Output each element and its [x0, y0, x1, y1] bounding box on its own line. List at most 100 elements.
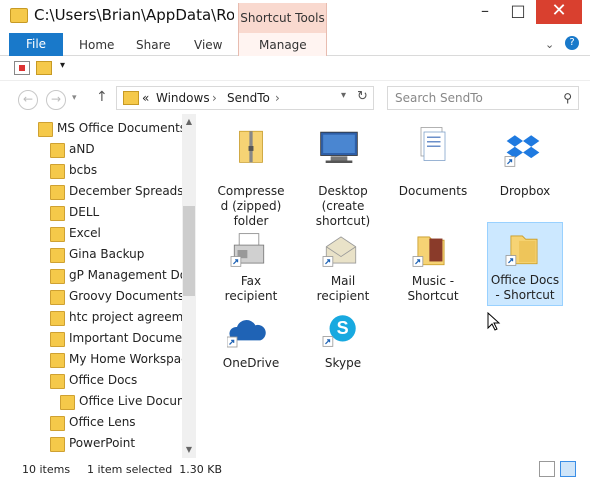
- tree-item[interactable]: gP Management Doc: [50, 266, 182, 286]
- tree-item-label: Gina Backup: [69, 247, 145, 261]
- file-item[interactable]: Compresse d (zipped) folder: [213, 124, 289, 229]
- svg-text:S: S: [337, 318, 349, 338]
- folder-icon: [50, 269, 65, 284]
- file-item[interactable]: Documents: [395, 124, 471, 229]
- details-view-icon[interactable]: [539, 461, 555, 477]
- zip-folder-icon: [239, 130, 263, 163]
- mouse-cursor-icon: [487, 312, 501, 331]
- address-bar[interactable]: « Windows › SendTo › ▾ ↻: [116, 86, 374, 110]
- tree-item[interactable]: Office Lens: [50, 413, 182, 433]
- file-label: Compresse d (zipped) folder: [217, 184, 285, 228]
- file-item[interactable]: Desktop (create shortcut): [305, 124, 381, 229]
- scroll-up-icon[interactable]: ▲: [182, 117, 196, 126]
- tab-view[interactable]: View: [194, 38, 222, 52]
- tree-item[interactable]: PowerPoint: [50, 434, 182, 454]
- file-item-selected[interactable]: Office Docs - Shortcut: [487, 222, 563, 306]
- tree-item[interactable]: December Spreadshe: [50, 182, 182, 202]
- file-label: Documents: [398, 184, 468, 198]
- folder-icon: [50, 248, 65, 263]
- maximize-button[interactable]: □: [503, 0, 533, 24]
- file-item[interactable]: Dropbox: [487, 124, 563, 229]
- tree-item[interactable]: My Home Workspace: [50, 350, 182, 370]
- forward-button[interactable]: →: [46, 90, 66, 110]
- tree-item[interactable]: Groovy Documents: [50, 287, 182, 307]
- tree-item[interactable]: DELL: [50, 203, 182, 223]
- tree-item-label: Office Lens: [69, 415, 136, 429]
- file-item[interactable]: Fax recipient: [213, 226, 289, 306]
- crumb-separator[interactable]: ›: [275, 91, 280, 105]
- tree-item[interactable]: MS Office Documents: [38, 119, 182, 139]
- file-view: Compresse d (zipped) folder Desktop (cre…: [205, 114, 590, 458]
- tab-share[interactable]: Share: [136, 38, 171, 52]
- selection-info: 1 item selected 1.30 KB: [87, 463, 223, 476]
- skype-icon: S: [322, 315, 356, 347]
- tree-item-label: December Spreadshe: [69, 184, 182, 198]
- ribbon-expand-icon[interactable]: ⌄: [545, 38, 554, 51]
- folder-icon: [123, 91, 139, 105]
- explorer-window: C:\Users\Brian\AppData\Roa... Shortcut T…: [0, 0, 590, 489]
- tree-item-label: MS Office Documents: [57, 121, 182, 135]
- tree-item[interactable]: htc project agreemen: [50, 308, 182, 328]
- quick-access-toolbar: [0, 56, 590, 81]
- search-box[interactable]: Search SendTo ⚲: [387, 86, 579, 110]
- tab-manage[interactable]: Manage: [259, 38, 307, 52]
- folder-icon: [50, 185, 65, 200]
- customize-qat-icon[interactable]: ▾: [60, 60, 65, 71]
- file-item[interactable]: OneDrive: [213, 310, 289, 372]
- folder-icon: [50, 290, 65, 305]
- tree-item[interactable]: Important Document: [50, 329, 182, 349]
- crumb-windows[interactable]: Windows: [156, 91, 210, 105]
- tab-home[interactable]: Home: [79, 38, 114, 52]
- search-icon[interactable]: ⚲: [563, 91, 572, 105]
- address-dropdown-icon[interactable]: ▾: [341, 90, 346, 101]
- folder-icon: [50, 164, 65, 179]
- tree-item-label: Excel: [69, 226, 101, 240]
- help-icon[interactable]: ?: [565, 36, 579, 50]
- tree-item-label: Office Live Docume: [79, 394, 182, 408]
- properties-icon[interactable]: [14, 61, 30, 75]
- crumb-sendto[interactable]: SendTo: [227, 91, 270, 105]
- window-title: C:\Users\Brian\AppData\Roa...: [34, 6, 234, 24]
- tree-item-label: Important Document: [69, 331, 182, 345]
- large-icons-view-icon[interactable]: [560, 461, 576, 477]
- tree-item[interactable]: Office Docs: [50, 371, 182, 391]
- file-item[interactable]: Mail recipient: [305, 226, 381, 306]
- folder-icon: [50, 311, 65, 326]
- up-button[interactable]: ↑: [96, 89, 108, 105]
- new-folder-icon[interactable]: [36, 61, 52, 75]
- file-item[interactable]: Music - Shortcut: [395, 226, 471, 306]
- folder-icon: [50, 437, 65, 452]
- tree-item[interactable]: bcbs: [50, 161, 182, 181]
- tree-item[interactable]: Gina Backup: [50, 245, 182, 265]
- fax-icon: [230, 233, 265, 267]
- file-label: Mail recipient: [316, 274, 370, 303]
- file-label: Office Docs - Shortcut: [490, 273, 560, 302]
- close-button[interactable]: ✕: [536, 0, 582, 24]
- tree-item-label: aND: [69, 142, 95, 156]
- file-item[interactable]: S Skype: [305, 310, 381, 372]
- title-bar: C:\Users\Brian\AppData\Roa... Shortcut T…: [0, 0, 590, 34]
- documents-icon: [420, 127, 446, 161]
- tree-item-label: bcbs: [69, 163, 98, 177]
- tree-item[interactable]: Office Live Docume: [60, 392, 182, 412]
- scroll-down-icon[interactable]: ▼: [182, 445, 196, 454]
- folder-icon: [50, 353, 65, 368]
- tab-file[interactable]: File: [9, 33, 63, 56]
- file-label: Fax recipient: [224, 274, 278, 303]
- shortcut-tools-group: Shortcut Tools: [238, 3, 327, 34]
- tree-item-label: Groovy Documents: [69, 289, 182, 303]
- tree-item[interactable]: Excel: [50, 224, 182, 244]
- crumb-overflow[interactable]: «: [142, 91, 149, 105]
- tree-item-label: Office Docs: [69, 373, 138, 387]
- tree-item-label: DELL: [69, 205, 100, 219]
- recent-locations-icon[interactable]: ▾: [72, 93, 77, 103]
- item-count: 10 items: [22, 463, 71, 476]
- folder-icon: [38, 122, 53, 137]
- crumb-separator[interactable]: ›: [212, 91, 217, 105]
- nav-scroll-thumb[interactable]: [183, 206, 195, 296]
- tree-item[interactable]: aND: [50, 140, 182, 160]
- minimize-button[interactable]: –: [470, 0, 500, 24]
- file-label: OneDrive: [222, 356, 280, 370]
- back-button[interactable]: ←: [18, 90, 38, 110]
- refresh-icon[interactable]: ↻: [357, 89, 368, 104]
